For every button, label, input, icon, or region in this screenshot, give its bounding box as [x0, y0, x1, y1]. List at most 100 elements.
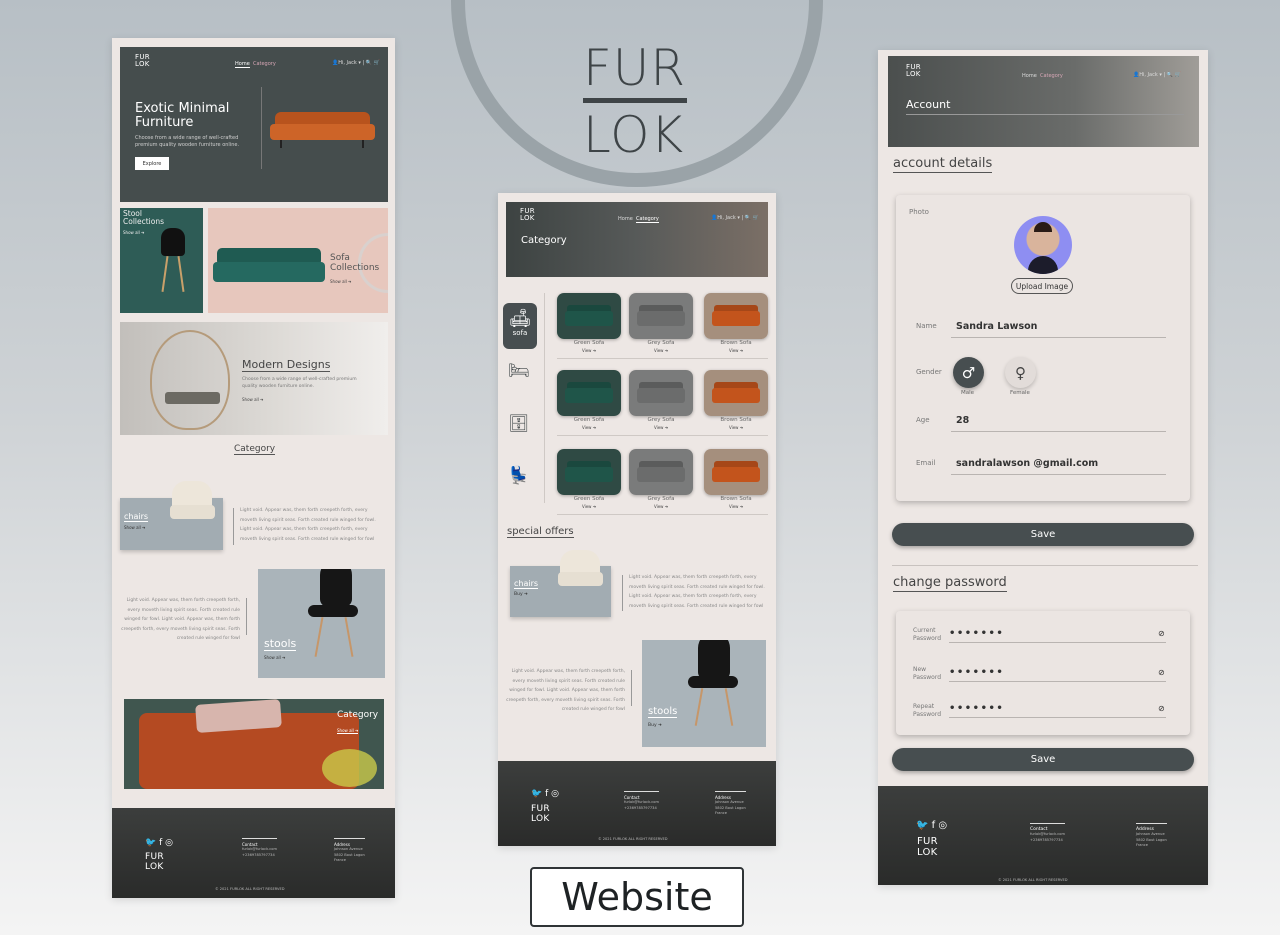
show-all-link[interactable]: Show all ➔ [242, 397, 263, 402]
modern-text: Choose from a wide range of well-crafted… [242, 377, 357, 389]
copyright: © 2021 FURLOK ALL RIGHT RESERVED [998, 878, 1068, 882]
user-menu[interactable]: Hi, Jack [1139, 72, 1158, 78]
product-name: Green Sofa [573, 496, 605, 502]
chairs-description: Light void. Appear was, them forth creep… [629, 575, 765, 609]
twitter-icon[interactable]: 🐦 [916, 820, 928, 831]
search-icon[interactable]: 🔍 [1167, 72, 1173, 78]
nav-home[interactable]: Home [235, 61, 250, 68]
stools-divider [246, 598, 247, 635]
user-menu[interactable]: Hi, Jack [717, 215, 736, 221]
name-field[interactable]: Sandra Lawson [956, 321, 1037, 332]
home-page-mockup: FUR LOK Home Category 👤Hi, Jack ▾ | 🔍 🛒 E… [112, 38, 395, 898]
product-name: Brown Sofa [720, 496, 752, 502]
category-page-mockup: FUR LOK Home Category 👤Hi, Jack ▾ | 🔍 🛒 C… [498, 193, 776, 846]
male-option[interactable]: ♂ [953, 357, 984, 388]
cart-icon[interactable]: 🛒 [1175, 72, 1181, 78]
email-field[interactable]: sandralawson @gmail.com [956, 458, 1098, 469]
nav-home[interactable]: Home [1022, 73, 1037, 79]
hero-title-line2: Furniture [135, 115, 194, 130]
product-card[interactable] [557, 293, 621, 339]
stools-offer-card[interactable]: stools Buy ➔ [642, 640, 766, 747]
save-details-button[interactable]: Save [892, 523, 1194, 546]
search-icon[interactable]: 🔍 [366, 60, 372, 66]
view-link[interactable]: View ➔ [557, 425, 621, 430]
product-card[interactable] [704, 449, 768, 495]
product-card[interactable] [557, 370, 621, 416]
sofa-icon: 🛋 [508, 308, 532, 329]
stool-collection-card[interactable]: Stool Collections Show all ➔ [120, 208, 203, 313]
age-field[interactable]: 28 [956, 415, 969, 426]
show-all-link[interactable]: Show all ➔ [123, 230, 144, 235]
hanging-chair-image [150, 330, 230, 430]
view-link[interactable]: View ➔ [704, 425, 768, 430]
footer: 🐦 f ◎ FUR LOK Contact furlok@furlock.com … [498, 761, 776, 846]
new-password-field[interactable]: ••••••• [949, 667, 1004, 678]
logo[interactable]: FUR LOK [135, 54, 150, 68]
modern-designs-card[interactable]: Modern Designs Choose from a wide range … [120, 322, 388, 435]
search-icon[interactable]: 🔍 [745, 215, 751, 221]
nav-category[interactable]: Category [635, 216, 659, 223]
save-password-button[interactable]: Save [892, 748, 1194, 771]
dresser-icon[interactable]: 🗄 [508, 414, 530, 434]
account-details-heading: account details [893, 156, 993, 173]
product-name: Brown Sofa [720, 417, 752, 423]
view-link[interactable]: View ➔ [557, 504, 621, 509]
instagram-icon[interactable]: ◎ [551, 789, 559, 799]
upload-image-button[interactable]: Upload Image [1011, 278, 1073, 294]
facebook-icon[interactable]: f [159, 838, 162, 848]
name-label: Name [916, 322, 937, 330]
eye-off-icon[interactable]: ⊘ [1158, 704, 1165, 713]
copyright: © 2021 FURLOK ALL RIGHT RESERVED [598, 837, 668, 841]
sidebar-item-sofa[interactable]: 🛋 sofa [503, 303, 537, 349]
view-link[interactable]: View ➔ [629, 504, 693, 509]
cart-icon[interactable]: 🛒 [753, 215, 759, 221]
current-password-field[interactable]: ••••••• [949, 628, 1004, 639]
product-card[interactable] [557, 449, 621, 495]
hero-banner: FUR LOK Home Category 👤Hi, Jack ▾ | 🔍 🛒 E… [120, 47, 388, 202]
view-link[interactable]: View ➔ [629, 425, 693, 430]
product-name: Grey Sofa [647, 417, 675, 423]
product-card[interactable] [629, 293, 693, 339]
product-name: Green Sofa [573, 340, 605, 346]
nav-category[interactable]: Category [253, 61, 276, 67]
view-link[interactable]: View ➔ [629, 348, 693, 353]
female-option[interactable]: ♀ [1005, 357, 1036, 388]
category-heading: Category [234, 444, 276, 455]
hero-text: Choose from a wide range of well-crafted… [135, 135, 240, 148]
bed-icon[interactable]: 🛏 [508, 361, 530, 381]
nav-home[interactable]: Home [618, 216, 633, 222]
cart-icon[interactable]: 🛒 [374, 60, 380, 66]
category-banner[interactable]: Category Show all ➔ [124, 699, 384, 789]
view-link[interactable]: View ➔ [704, 504, 768, 509]
explore-button[interactable]: Explore [135, 157, 169, 170]
sofa-collection-card[interactable]: Sofa Collections Show all ➔ [208, 208, 388, 313]
facebook-icon[interactable]: f [932, 820, 936, 831]
twitter-icon[interactable]: 🐦 [531, 789, 542, 799]
page-title: Category [521, 235, 567, 246]
product-name: Green Sofa [573, 417, 605, 423]
twitter-icon[interactable]: 🐦 [145, 838, 156, 848]
photo-label: Photo [909, 208, 929, 216]
stools-card[interactable]: stools Show all ➔ [258, 569, 385, 678]
avatar [1014, 216, 1072, 274]
show-all-link[interactable]: Show all ➔ [330, 279, 351, 284]
view-link[interactable]: View ➔ [557, 348, 621, 353]
eye-off-icon[interactable]: ⊘ [1158, 668, 1165, 677]
account-details-card: Photo Upload Image Name Sandra Lawson Ge… [896, 195, 1190, 501]
website-caption: Website [530, 867, 744, 927]
nav-category[interactable]: Category [1040, 73, 1063, 79]
product-card[interactable] [704, 293, 768, 339]
instagram-icon[interactable]: ◎ [938, 820, 947, 831]
repeat-password-field[interactable]: ••••••• [949, 703, 1004, 714]
product-card[interactable] [629, 370, 693, 416]
user-menu[interactable]: Hi, Jack [338, 60, 357, 66]
female-icon: ♀ [1015, 363, 1026, 382]
product-card[interactable] [704, 370, 768, 416]
instagram-icon[interactable]: ◎ [165, 838, 173, 848]
view-link[interactable]: View ➔ [704, 348, 768, 353]
armchair-icon[interactable]: 💺 [508, 466, 529, 486]
show-all-link[interactable]: Show all ➔ [337, 728, 359, 734]
product-card[interactable] [629, 449, 693, 495]
facebook-icon[interactable]: f [545, 789, 548, 799]
eye-off-icon[interactable]: ⊘ [1158, 629, 1165, 638]
